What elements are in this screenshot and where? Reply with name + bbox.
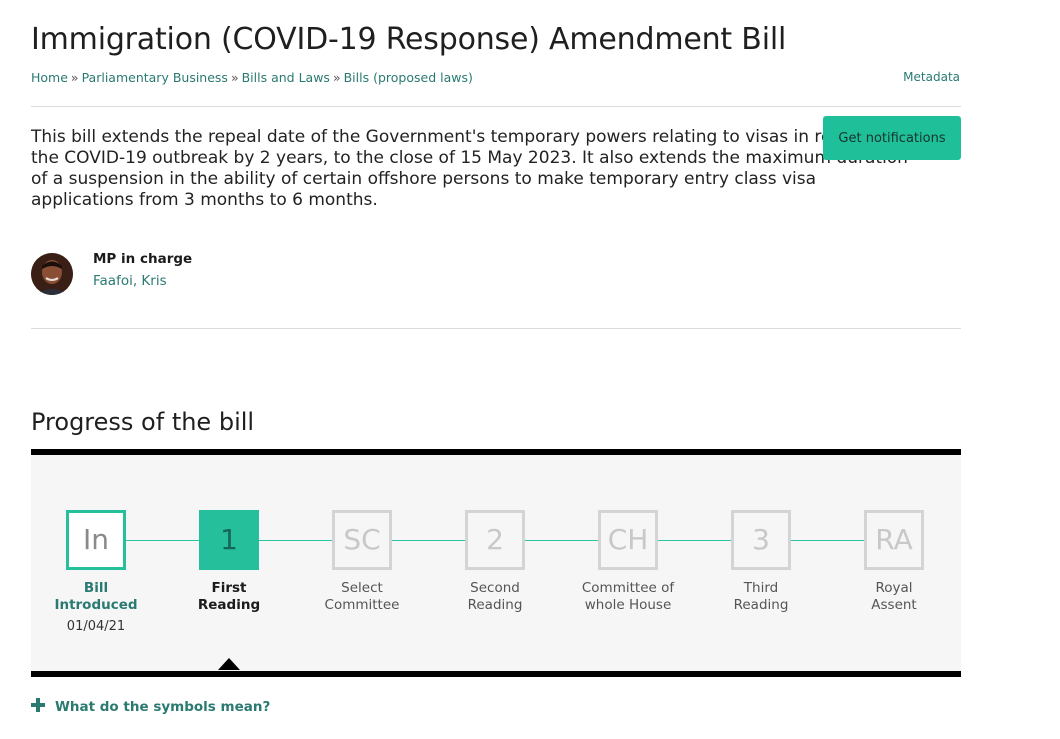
breadcrumb-separator: » — [332, 70, 341, 85]
stage-badge: 2 — [465, 510, 525, 570]
stage-label: First Reading — [164, 580, 294, 614]
progress-heading: Progress of the bill — [31, 408, 255, 436]
stage-label-line: Assent — [871, 597, 917, 613]
breadcrumb-home[interactable]: Home — [31, 70, 68, 85]
stage-badge: In — [66, 510, 126, 570]
symbols-help-toggle[interactable]: What do the symbols mean? — [31, 698, 270, 715]
stage-badge: SC — [332, 510, 392, 570]
stage-label-line: whole House — [584, 597, 672, 613]
get-notifications-button[interactable]: Get notifications — [823, 116, 961, 160]
stage-first-reading[interactable]: 1 First Reading — [164, 510, 294, 614]
stage-badge: 3 — [731, 510, 791, 570]
current-stage-pointer-icon — [218, 658, 240, 670]
stage-label: Select Committee — [297, 580, 427, 614]
stage-badge: RA — [864, 510, 924, 570]
page-title: Immigration (COVID-19 Response) Amendmen… — [31, 22, 787, 57]
plus-icon — [31, 698, 45, 712]
mp-name-link[interactable]: Faafoi, Kris — [93, 273, 167, 289]
breadcrumb-separator: » — [70, 70, 79, 85]
stage-label-line: Second — [470, 580, 520, 596]
bill-page: Immigration (COVID-19 Response) Amendmen… — [0, 0, 1060, 739]
stage-label-line: Third — [743, 580, 779, 596]
stage-select-committee[interactable]: SC Select Committee — [297, 510, 427, 614]
stage-label-line: First — [211, 580, 247, 596]
breadcrumb-separator: » — [230, 70, 239, 85]
stage-label-line: Reading — [197, 597, 261, 613]
stage-label-line: Committee of — [581, 580, 675, 596]
stage-committee-of-whole-house[interactable]: CH Committee of whole House — [563, 510, 693, 614]
stage-label: Second Reading — [430, 580, 560, 614]
stage-bill-introduced[interactable]: In Bill Introduced 01/04/21 — [31, 510, 161, 634]
divider — [31, 328, 961, 329]
stage-label-line: Bill — [83, 580, 109, 596]
symbols-help-label: What do the symbols mean? — [55, 699, 271, 715]
stage-label: Committee of whole House — [563, 580, 693, 614]
breadcrumb-bills-and-laws[interactable]: Bills and Laws — [242, 70, 330, 85]
stage-third-reading[interactable]: 3 Third Reading — [696, 510, 826, 614]
breadcrumb-bills-proposed-laws[interactable]: Bills (proposed laws) — [344, 70, 473, 85]
stage-label: Third Reading — [696, 580, 826, 614]
stage-label-line: Select — [341, 580, 383, 596]
avatar[interactable] — [31, 253, 73, 295]
stage-label-line: Introduced — [54, 597, 138, 613]
stage-badge: CH — [598, 510, 658, 570]
breadcrumb-parliamentary-business[interactable]: Parliamentary Business — [82, 70, 228, 85]
stage-label: Royal Assent — [829, 580, 959, 614]
stage-royal-assent[interactable]: RA Royal Assent — [829, 510, 959, 614]
breadcrumb: Home» Parliamentary Business» Bills and La… — [31, 70, 473, 85]
stage-label: Bill Introduced — [31, 580, 161, 614]
stage-date: 01/04/21 — [66, 619, 126, 634]
bill-summary: This bill extends the repeal date of the… — [31, 127, 915, 210]
stage-label-line: Reading — [467, 597, 523, 613]
divider — [31, 106, 961, 107]
mp-in-charge-label: MP in charge — [93, 251, 193, 267]
stage-label-line: Committee — [324, 597, 400, 613]
stage-label-line: Royal — [875, 580, 913, 596]
stage-second-reading[interactable]: 2 Second Reading — [430, 510, 560, 614]
stage-label-line: Reading — [733, 597, 789, 613]
bill-progress-tracker: In Bill Introduced 01/04/21 1 First Read… — [31, 449, 961, 677]
metadata-link[interactable]: Metadata — [903, 70, 960, 84]
mp-portrait-icon — [31, 253, 73, 295]
stage-badge: 1 — [199, 510, 259, 570]
